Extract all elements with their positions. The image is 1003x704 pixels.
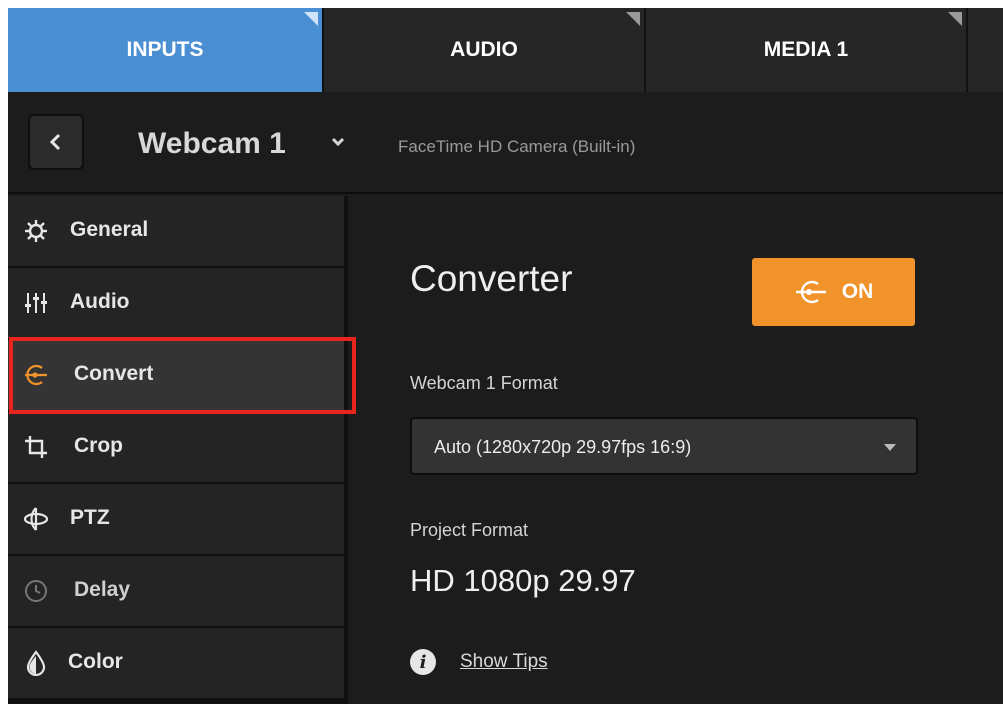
sidebar-item-label: Crop xyxy=(74,434,123,457)
gear-icon xyxy=(22,217,50,245)
converter-on-toggle[interactable]: ON xyxy=(752,258,915,326)
settings-sidebar: General Audio Convert Crop PTZ Delay Col… xyxy=(8,196,346,704)
sidebar-item-label: Delay xyxy=(74,578,131,601)
sidebar-item-label: Audio xyxy=(70,290,130,313)
chevron-left-icon xyxy=(49,133,61,151)
sidebar-item-delay[interactable]: Delay xyxy=(8,556,344,626)
back-button[interactable] xyxy=(28,114,84,170)
tab-label: MEDIA 1 xyxy=(763,38,849,61)
chevron-down-icon[interactable] xyxy=(330,136,346,148)
clock-icon xyxy=(22,577,50,605)
color-drop-icon xyxy=(22,649,50,677)
crop-icon xyxy=(22,433,50,461)
audio-mixer-icon xyxy=(22,289,50,317)
format-select[interactable]: Auto (1280x720p 29.97fps 16:9) xyxy=(410,417,918,475)
source-header: Webcam 1 FaceTime HD Camera (Built-in) xyxy=(8,94,1003,194)
source-description: FaceTime HD Camera (Built-in) xyxy=(398,137,636,156)
sidebar-item-label: General xyxy=(70,218,149,241)
tab-label: AUDIO xyxy=(450,38,518,61)
selection-highlight xyxy=(9,337,356,414)
tab-corner-indicator xyxy=(948,12,962,26)
ptz-icon xyxy=(22,505,50,533)
tab-overflow[interactable] xyxy=(968,8,1003,92)
convert-icon xyxy=(795,280,826,304)
tab-corner-indicator xyxy=(304,12,318,26)
dropdown-arrow-icon xyxy=(884,444,896,451)
info-icon: i xyxy=(410,649,436,675)
project-format-value: HD 1080p 29.97 xyxy=(410,563,636,598)
source-name[interactable]: Webcam 1 xyxy=(138,127,286,161)
sidebar-item-label: PTZ xyxy=(70,506,110,529)
sidebar-item-audio[interactable]: Audio xyxy=(8,268,344,338)
panel-title: Converter xyxy=(410,258,573,299)
project-format-label: Project Format xyxy=(410,520,529,540)
tab-media-1[interactable]: MEDIA 1 xyxy=(646,8,968,92)
app-window: INPUTS AUDIO MEDIA 1 Webcam 1 FaceTime H… xyxy=(8,8,1003,704)
tab-corner-indicator xyxy=(626,12,640,26)
toggle-label: ON xyxy=(841,280,874,303)
tab-inputs[interactable]: INPUTS xyxy=(8,8,324,92)
format-label: Webcam 1 Format xyxy=(410,373,558,393)
format-select-value: Auto (1280x720p 29.97fps 16:9) xyxy=(434,437,692,457)
show-tips: i Show Tips xyxy=(410,649,548,675)
tab-audio[interactable]: AUDIO xyxy=(324,8,646,92)
sidebar-item-ptz[interactable]: PTZ xyxy=(8,484,344,554)
top-tab-bar: INPUTS AUDIO MEDIA 1 xyxy=(8,8,1003,92)
converter-panel: Converter ON Webcam 1 Format Auto (1280x… xyxy=(346,196,1003,704)
sidebar-item-crop[interactable]: Crop xyxy=(8,412,344,482)
show-tips-link[interactable]: Show Tips xyxy=(460,651,548,673)
tab-label: INPUTS xyxy=(126,38,204,61)
sidebar-item-color[interactable]: Color xyxy=(8,628,344,698)
sidebar-item-general[interactable]: General xyxy=(8,196,344,266)
sidebar-item-label: Color xyxy=(68,650,123,673)
